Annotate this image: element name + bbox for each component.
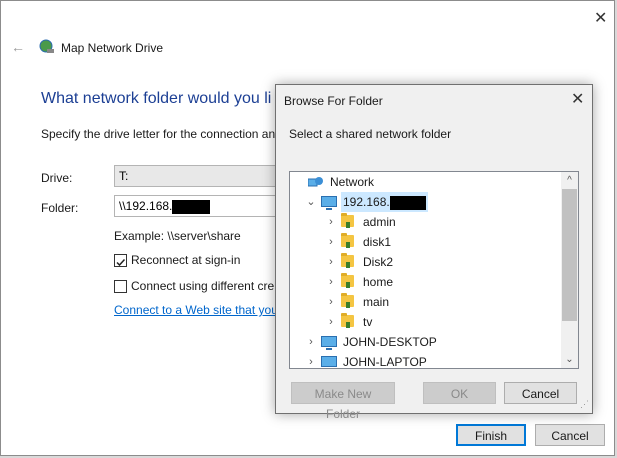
- tree-item-text: home: [363, 275, 394, 289]
- different-credentials-label: Connect using different cre: [131, 279, 275, 293]
- dialog-close-icon[interactable]: ✕: [571, 92, 584, 108]
- computer-icon: [321, 336, 337, 350]
- chevron-down-icon[interactable]: ⌄: [305, 192, 317, 212]
- tree-item[interactable]: › admin: [290, 212, 560, 232]
- computer-icon: [321, 356, 337, 367]
- tree-scrollbar[interactable]: ^ ⌄: [561, 172, 578, 368]
- resize-grip-icon[interactable]: ⋰: [580, 399, 589, 410]
- reconnect-checkbox[interactable]: [114, 254, 127, 267]
- tree-item-label: JOHN-LAPTOP: [341, 352, 429, 369]
- tree-item-text: Disk2: [363, 255, 394, 269]
- tree-item-label: tv: [361, 312, 374, 332]
- example-text: Example: \\server\share: [114, 229, 241, 243]
- tree-item-text: admin: [363, 215, 396, 229]
- tree-item-label: main: [361, 292, 391, 312]
- chevron-right-icon[interactable]: ›: [305, 352, 317, 368]
- computer-icon: [321, 196, 337, 210]
- tree-item-label: Network: [328, 172, 376, 192]
- tree-item-text: Network: [330, 175, 375, 189]
- browse-for-folder-dialog: Browse For Folder ✕ Select a shared netw…: [275, 84, 593, 421]
- tree-item-label: 192.168.: [341, 192, 428, 212]
- close-icon[interactable]: ✕: [594, 11, 607, 27]
- make-new-folder-button[interactable]: Make New Folder: [291, 382, 395, 421]
- tree-item[interactable]: Network: [290, 172, 560, 192]
- tree-item-label: disk1: [361, 232, 393, 252]
- shared-folder-icon: [341, 213, 354, 228]
- tree-item-text: disk1: [363, 235, 392, 249]
- finish-button[interactable]: Finish: [456, 424, 526, 446]
- tree-item-text: JOHN-LAPTOP: [343, 355, 427, 369]
- window-title: Map Network Drive: [61, 41, 164, 55]
- dialog-prompt: Select a shared network folder: [289, 127, 452, 141]
- shared-folder-icon: [341, 273, 354, 288]
- reconnect-label: Reconnect at sign-in: [131, 253, 241, 267]
- chevron-right-icon[interactable]: ›: [325, 252, 337, 272]
- chevron-right-icon[interactable]: ›: [325, 292, 337, 312]
- tree-item[interactable]: › Disk2: [290, 252, 560, 272]
- tree-item-text: JOHN-DESKTOP: [343, 335, 437, 349]
- dialog-cancel-button[interactable]: Cancel: [504, 382, 577, 404]
- instruction-text: Specify the drive letter for the connect…: [41, 127, 276, 141]
- folder-value: \\192.168.: [119, 199, 173, 213]
- shared-folder-icon: [341, 233, 354, 248]
- tree-item[interactable]: › JOHN-DESKTOP: [290, 332, 560, 352]
- shared-folder-icon: [341, 313, 354, 328]
- checkmark-icon: [116, 258, 126, 267]
- redaction-bar: [172, 199, 211, 214]
- tree-item-text: main: [363, 295, 390, 309]
- redaction-bar: [389, 195, 426, 210]
- chevron-right-icon[interactable]: ›: [325, 312, 337, 332]
- drive-select[interactable]: T:: [114, 165, 284, 187]
- folder-label: Folder:: [41, 201, 79, 215]
- ok-button[interactable]: OK: [423, 382, 496, 404]
- page-heading: What network folder would you li: [41, 90, 272, 107]
- tree-item[interactable]: › home: [290, 272, 560, 292]
- chevron-right-icon[interactable]: ›: [325, 212, 337, 232]
- dialog-title: Browse For Folder: [284, 94, 383, 108]
- back-arrow-icon[interactable]: ←: [11, 39, 25, 55]
- chevron-right-icon[interactable]: ›: [325, 272, 337, 292]
- tree-item[interactable]: › main: [290, 292, 560, 312]
- shared-folder-icon: [341, 293, 354, 308]
- tree-item-label: JOHN-DESKTOP: [341, 332, 439, 352]
- tree-item[interactable]: › tv: [290, 312, 560, 332]
- chevron-right-icon[interactable]: ›: [325, 232, 337, 252]
- scrollbar-thumb[interactable]: [562, 189, 577, 321]
- folder-input[interactable]: \\192.168.: [114, 195, 284, 217]
- network-icon: [307, 175, 323, 188]
- shared-folder-icon: [341, 253, 354, 268]
- folder-tree[interactable]: Network ⌄ 192.168. › admin › disk1 › Disk2 › home ›…: [289, 171, 579, 369]
- different-credentials-checkbox[interactable]: [114, 280, 127, 293]
- scroll-up-arrow-icon[interactable]: ^: [561, 172, 578, 189]
- network-drive-icon: [39, 39, 55, 55]
- drive-label: Drive:: [41, 171, 73, 185]
- tree-item[interactable]: › JOHN-LAPTOP: [290, 352, 560, 369]
- tree-item-label: admin: [361, 212, 398, 232]
- scroll-down-arrow-icon[interactable]: ⌄: [561, 351, 578, 368]
- tree-item-text: 192.168.: [343, 195, 390, 209]
- tree-item[interactable]: › disk1: [290, 232, 560, 252]
- web-site-link[interactable]: Connect to a Web site that you: [114, 303, 278, 317]
- drive-value: T:: [119, 169, 129, 183]
- chevron-right-icon[interactable]: ›: [305, 332, 317, 352]
- wizard-cancel-button[interactable]: Cancel: [535, 424, 605, 446]
- tree-item-text: tv: [363, 315, 373, 329]
- tree-item-label: home: [361, 272, 395, 292]
- tree-item[interactable]: ⌄ 192.168.: [290, 192, 560, 212]
- tree-item-label: Disk2: [361, 252, 395, 272]
